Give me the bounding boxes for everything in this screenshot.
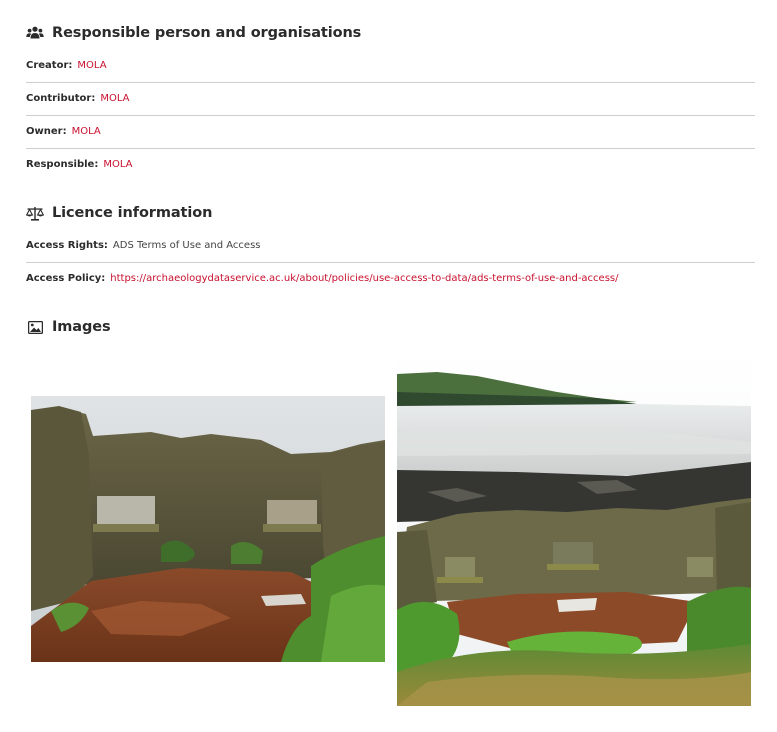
contributor-link[interactable]: MOLA <box>100 93 129 104</box>
image-icon <box>26 318 44 336</box>
access-policy-link[interactable]: https://archaeologydataservice.ac.uk/abo… <box>110 273 618 284</box>
access-policy-label: Access Policy: <box>26 273 106 284</box>
responsible-link[interactable]: MOLA <box>103 159 132 170</box>
images-section-header: Images <box>26 318 111 336</box>
creator-link[interactable]: MOLA <box>77 60 106 71</box>
owner-row: Owner: MOLA <box>26 115 755 149</box>
responsible-section-title: Responsible person and organisations <box>52 25 362 41</box>
licence-section-title: Licence information <box>52 205 213 221</box>
gallery-image-2[interactable] <box>397 352 751 706</box>
creator-row: Creator: MOLA <box>26 49 755 83</box>
responsible-section-header: Responsible person and organisations <box>26 24 361 42</box>
responsible-label: Responsible: <box>26 159 99 170</box>
owner-label: Owner: <box>26 126 67 137</box>
images-section-title: Images <box>52 319 111 335</box>
gallery-image-1[interactable] <box>31 396 385 662</box>
users-icon <box>26 24 44 42</box>
contributor-row: Contributor: MOLA <box>26 82 755 116</box>
responsible-row: Responsible: MOLA <box>26 148 755 181</box>
access-rights-value: ADS Terms of Use and Access <box>112 240 261 251</box>
owner-link[interactable]: MOLA <box>72 126 101 137</box>
access-policy-row: Access Policy: https://archaeologydatase… <box>26 262 755 295</box>
balance-scale-icon <box>26 204 44 222</box>
access-rights-row: Access Rights: ADS Terms of Use and Acce… <box>26 229 755 263</box>
contributor-label: Contributor: <box>26 93 96 104</box>
creator-label: Creator: <box>26 60 73 71</box>
licence-section-header: Licence information <box>26 204 212 222</box>
access-rights-label: Access Rights: <box>26 240 108 251</box>
